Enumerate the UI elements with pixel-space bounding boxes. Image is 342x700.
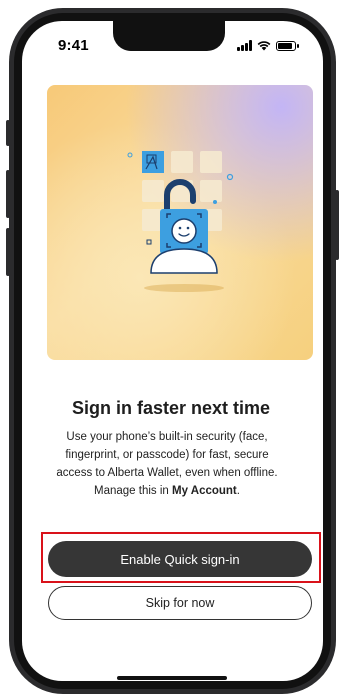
status-time: 9:41 xyxy=(58,37,89,54)
power-button xyxy=(335,190,339,260)
skip-for-now-button[interactable]: Skip for now xyxy=(48,586,312,620)
battery-icon xyxy=(276,40,299,51)
side-button xyxy=(6,120,10,146)
volume-up-button xyxy=(6,170,10,218)
my-account-link: My Account xyxy=(172,485,237,497)
description-text: Use your phone’s built-in security (face… xyxy=(50,428,284,500)
enable-quick-sign-in-button[interactable]: Enable Quick sign-in xyxy=(48,541,312,577)
hero-illustration xyxy=(47,85,313,360)
home-indicator xyxy=(117,676,227,680)
wifi-icon xyxy=(257,41,271,51)
description-main: Use your phone’s built-in security (face… xyxy=(56,431,278,497)
status-icons xyxy=(237,40,299,51)
volume-down-button xyxy=(6,228,10,276)
page-title: Sign in faster next time xyxy=(71,398,271,418)
description-end: . xyxy=(236,485,240,497)
notch xyxy=(113,21,225,51)
lock-face-illustration-icon xyxy=(127,151,234,292)
signal-icon xyxy=(237,40,252,51)
